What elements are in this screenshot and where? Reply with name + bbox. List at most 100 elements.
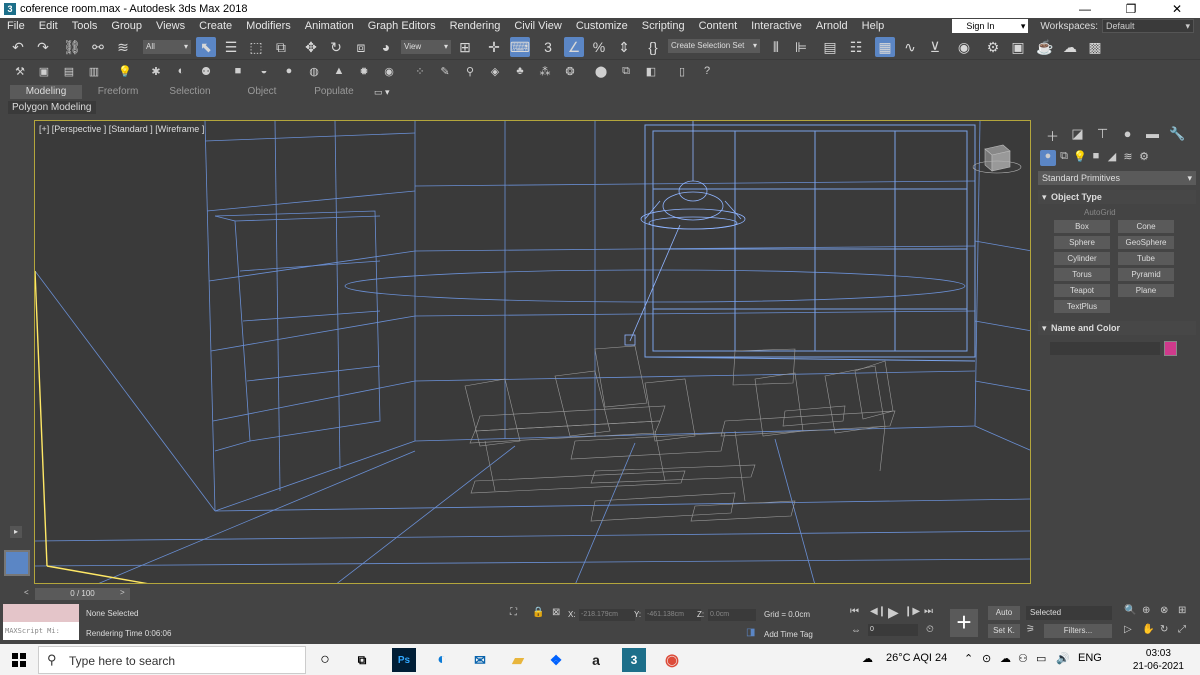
arnold-scene-icon[interactable]: ◧	[643, 63, 659, 79]
object-color-swatch[interactable]	[1164, 341, 1177, 356]
weather-status[interactable]: 26°C AQI 24	[886, 652, 947, 664]
isolate-selection-icon[interactable]: ⛶	[510, 607, 517, 618]
mail-icon[interactable]: ✉	[468, 648, 492, 672]
menu-tools[interactable]: Tools	[65, 18, 105, 34]
ribbon-toggle-icon[interactable]: ▦	[875, 37, 895, 57]
menu-scripting[interactable]: Scripting	[635, 18, 692, 34]
particle-icon[interactable]: ⁘	[412, 63, 428, 79]
windows-start-icon[interactable]	[12, 653, 26, 667]
key-filters-icon[interactable]: ⚞	[1026, 624, 1035, 635]
prev-frame-arrow[interactable]: <	[24, 588, 29, 597]
goto-start-icon[interactable]: ⏮	[850, 606, 859, 617]
select-object-icon[interactable]: ⬉	[196, 37, 216, 57]
material-editor-icon[interactable]: ◉	[954, 37, 974, 57]
brazil-tools-icon[interactable]: ✱	[148, 63, 164, 79]
unlink-icon[interactable]: ⚯	[88, 37, 108, 57]
create-panel-icon[interactable]: ＋	[1040, 126, 1065, 144]
add-time-tag-button[interactable]: Add Time Tag	[764, 630, 813, 639]
y-coordinate-field[interactable]: -461.138cm	[645, 609, 701, 621]
render-active-shade-icon[interactable]: ☁	[1060, 37, 1080, 57]
shader-tool-icon[interactable]: ❂	[562, 63, 578, 79]
pin-tool-icon[interactable]: ⚲	[462, 63, 478, 79]
key-mode-icon[interactable]: ⇔	[851, 625, 861, 636]
menu-group[interactable]: Group	[104, 18, 149, 34]
maxscript-input[interactable]: MAXScript Mi:	[3, 622, 79, 640]
zoom-extents-icon[interactable]: ⊗	[1160, 605, 1168, 616]
file-explorer-icon[interactable]: ▰	[506, 648, 530, 672]
sphere-light-icon[interactable]: ●	[281, 63, 297, 79]
menu-interactive[interactable]: Interactive	[744, 18, 809, 34]
battery-icon[interactable]: ▭	[1036, 652, 1046, 665]
menu-arnold[interactable]: Arnold	[809, 18, 855, 34]
menu-customize[interactable]: Customize	[569, 18, 635, 34]
menu-modifiers[interactable]: Modifiers	[239, 18, 298, 34]
scene-states-icon[interactable]: ▥	[86, 63, 102, 79]
torus-button[interactable]: Torus	[1054, 268, 1110, 281]
light-lister-icon[interactable]: 💡	[117, 63, 133, 79]
sign-in-dropdown[interactable]: Sign In	[952, 19, 1029, 33]
disc-light-icon[interactable]: ◍	[306, 63, 322, 79]
cameras-icon[interactable]: ■	[1088, 150, 1104, 166]
menu-animation[interactable]: Animation	[298, 18, 361, 34]
render-setup-icon[interactable]: ⚙	[983, 37, 1003, 57]
network-icon[interactable]: ⊙	[982, 652, 991, 665]
minimize-button[interactable]: —	[1062, 0, 1108, 18]
menu-edit[interactable]: Edit	[32, 18, 65, 34]
utilities-panel-icon[interactable]: 🔧	[1165, 126, 1190, 144]
filters-button[interactable]: Filters...	[1044, 624, 1112, 638]
close-button[interactable]: ✕	[1154, 0, 1200, 18]
next-frame-arrow[interactable]: >	[120, 588, 125, 597]
selection-lock-icon[interactable]: 🔒	[532, 607, 544, 618]
time-slider[interactable]: 0 / 100	[35, 588, 130, 600]
menu-rendering[interactable]: Rendering	[443, 18, 508, 34]
selection-filter-dropdown[interactable]: All	[143, 40, 191, 54]
edit-named-selection-icon[interactable]: {}	[643, 37, 663, 57]
chrome-icon[interactable]: ◉	[660, 648, 684, 672]
align-icon[interactable]: ⊫	[791, 37, 811, 57]
absolute-mode-icon[interactable]: ⊠	[552, 607, 560, 618]
window-crossing-icon[interactable]: ⧉	[271, 37, 291, 57]
render-in-cloud-icon[interactable]: ▩	[1085, 37, 1105, 57]
set-key-button[interactable]: Set K.	[988, 624, 1020, 638]
mirror-icon[interactable]: ⫴	[766, 37, 786, 57]
current-frame-field[interactable]: 0	[868, 624, 918, 636]
cone-button[interactable]: Cone	[1118, 220, 1174, 233]
menu-create[interactable]: Create	[192, 18, 239, 34]
rotate-icon[interactable]: ↻	[326, 37, 346, 57]
ribbon-options-icon[interactable]: ▭ ▾	[374, 87, 390, 98]
menu-civil-view[interactable]: Civil View	[507, 18, 568, 34]
name-and-color-rollout[interactable]: Name and Color	[1038, 321, 1196, 335]
maximize-viewport-icon[interactable]: ⤢	[1178, 624, 1186, 635]
key-filter-selected-dropdown[interactable]: Selected	[1026, 606, 1112, 620]
autogrid-checkbox[interactable]: AutoGrid	[1084, 208, 1116, 217]
tab-freeform[interactable]: Freeform	[82, 85, 154, 99]
amazon-icon[interactable]: a	[584, 648, 608, 672]
box-primitive-icon[interactable]: ■	[230, 63, 246, 79]
time-config-icon[interactable]: ⏲	[926, 624, 934, 635]
next-key-icon[interactable]: ❙▶	[904, 606, 920, 617]
placement-icon[interactable]: ◕	[376, 37, 396, 57]
arnold-render-icon[interactable]: ⬤	[593, 63, 609, 79]
container-explorer-icon[interactable]: ▣	[36, 63, 52, 79]
x-coordinate-field[interactable]: -218.179cm	[579, 609, 635, 621]
set-key-big-icon[interactable]: +	[950, 609, 978, 637]
meet-now-icon[interactable]: ⚇	[1018, 652, 1028, 665]
undo-icon[interactable]: ↶	[8, 37, 28, 57]
link-icon[interactable]: ⛓	[62, 37, 82, 57]
input-language[interactable]: ENG	[1078, 652, 1102, 664]
primitive-category-dropdown[interactable]: Standard Primitives	[1038, 171, 1196, 185]
layer-explorer-icon[interactable]: ☷	[846, 37, 866, 57]
box-button[interactable]: Box	[1054, 220, 1110, 233]
pivot-center-icon[interactable]: ⊞	[455, 37, 475, 57]
scene-explorer-icon[interactable]: ▤	[820, 37, 840, 57]
orbit-icon[interactable]: ↻	[1160, 624, 1168, 635]
pan-icon[interactable]: ✋	[1142, 624, 1154, 635]
prev-key-icon[interactable]: ◀❙	[870, 606, 886, 617]
tab-populate[interactable]: Populate	[298, 85, 370, 99]
field-of-view-icon[interactable]: ▷	[1124, 624, 1132, 635]
keyboard-shortcut-override-icon[interactable]: ⌨	[510, 37, 530, 57]
zoom-icon[interactable]: 🔍	[1124, 605, 1136, 616]
bind-space-warp-icon[interactable]: ≋	[113, 37, 133, 57]
workspaces-dropdown[interactable]: Default	[1102, 19, 1194, 33]
onedrive-icon[interactable]: ☁	[1000, 652, 1011, 665]
